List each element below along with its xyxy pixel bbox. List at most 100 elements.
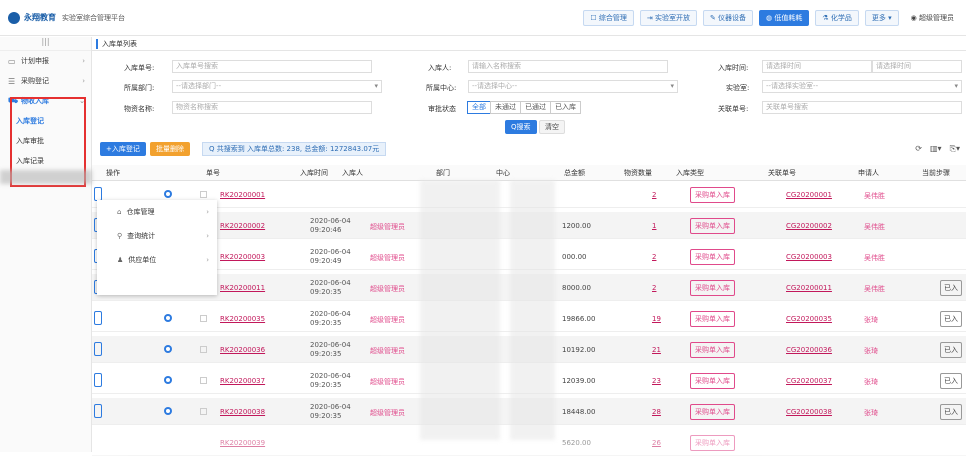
row-type-badge[interactable]: 采购单入库: [690, 342, 735, 358]
row-order-id[interactable]: RK20200002: [220, 222, 265, 230]
top-bar: 永翔教育 实验室综合管理平台 ☐ 综合管理 ⇥ 实验室开放 ✎ 仪器设备 ◍ 低…: [0, 0, 966, 36]
nav-consumables[interactable]: ◍ 低值耗耗: [759, 10, 810, 26]
row-po-link[interactable]: CG20200003: [786, 253, 832, 261]
row-po-link[interactable]: CG20200036: [786, 346, 832, 354]
nav-lab-open[interactable]: ⇥ 实验室开放: [639, 10, 697, 26]
row-order-id[interactable]: RK20200001: [220, 191, 265, 199]
nav-chemicals[interactable]: ⚗ 化学品: [815, 10, 859, 26]
row-po-link[interactable]: CG20200035: [786, 315, 832, 323]
status-rejected[interactable]: 未通过: [490, 101, 521, 114]
row-type-badge[interactable]: 采购单入库: [690, 280, 735, 296]
search-icon: ⚲: [117, 232, 123, 240]
row-checkbox[interactable]: [200, 408, 207, 415]
search-button[interactable]: Q搜索: [505, 120, 537, 134]
related-no-input[interactable]: 关联单号搜索: [762, 101, 962, 114]
status-all[interactable]: 全部: [467, 101, 491, 114]
row-qty[interactable]: 21: [652, 346, 661, 354]
chevron-right-icon: ›: [82, 57, 85, 65]
user-icon: ♟: [117, 256, 124, 264]
row-requester: 吴伟胜: [864, 223, 885, 231]
row-state-badge[interactable]: 已入: [940, 342, 962, 358]
row-qty[interactable]: 23: [652, 377, 661, 385]
tab-inbound-list[interactable]: 入库单列表: [96, 38, 137, 49]
lab-select[interactable]: --请选择实验室--: [762, 80, 962, 93]
order-no-label: 入库单号:: [124, 64, 155, 72]
center-select[interactable]: --请选择中心--: [468, 80, 678, 93]
menu-supplier[interactable]: ♟ 供应单位 ›: [97, 248, 217, 272]
row-po-link[interactable]: CG20200011: [786, 284, 832, 292]
row-po-link[interactable]: CG20200002: [786, 222, 832, 230]
row-type-badge[interactable]: 采购单入库: [690, 218, 735, 234]
row-type-badge[interactable]: 采购单入库: [690, 435, 735, 451]
status-stored[interactable]: 已入库: [550, 101, 581, 114]
row-checkbox[interactable]: [200, 377, 207, 384]
row-type-badge[interactable]: 采购单入库: [690, 311, 735, 327]
row-po-link[interactable]: CG20200038: [786, 408, 832, 416]
row-qty[interactable]: 28: [652, 408, 661, 416]
row-order-id[interactable]: RK20200011: [220, 284, 265, 292]
row-type-badge[interactable]: 采购单入库: [690, 249, 735, 265]
row-order-id[interactable]: RK20200035: [220, 315, 265, 323]
row-state-badge[interactable]: 已入: [940, 404, 962, 420]
order-no-input[interactable]: 入库单号搜索: [172, 60, 372, 73]
row-type-badge[interactable]: 采购单入库: [690, 373, 735, 389]
row-order-id[interactable]: RK20200038: [220, 408, 265, 416]
row-checkbox[interactable]: [200, 346, 207, 353]
row-qty[interactable]: 2: [652, 253, 656, 261]
columns-icon[interactable]: ▥▾: [930, 144, 942, 154]
col-center: 中心: [496, 168, 510, 177]
row-qty[interactable]: 26: [652, 439, 661, 447]
time-end-input[interactable]: 请选择时间: [872, 60, 962, 73]
row-radio-icon[interactable]: [164, 314, 172, 322]
row-radio-icon[interactable]: [164, 345, 172, 353]
row-type-badge[interactable]: 采购单入库: [690, 404, 735, 420]
sidebar-item-plan[interactable]: ▭ 计划申报 ›: [0, 51, 91, 71]
batch-delete-button[interactable]: 批量删除: [150, 142, 190, 156]
menu-query[interactable]: ⚲ 查询统计 ›: [97, 224, 217, 248]
row-po-link[interactable]: CG20200037: [786, 377, 832, 385]
row-checkbox[interactable]: [200, 191, 207, 198]
clear-button[interactable]: 清空: [539, 120, 565, 134]
row-radio-icon[interactable]: [164, 407, 172, 415]
time-start-input[interactable]: 请选择时间: [762, 60, 872, 73]
row-type-badge[interactable]: 采购单入库: [690, 187, 735, 203]
row-amount: 10192.00: [562, 346, 596, 354]
chevron-right-icon: ›: [82, 77, 85, 85]
row-order-id[interactable]: RK20200003: [220, 253, 265, 261]
row-requester: 张琦: [864, 409, 878, 417]
item-name-input[interactable]: 物资名称搜索: [172, 101, 372, 114]
sidebar-toggle[interactable]: |||: [0, 37, 91, 51]
row-action-button[interactable]: [94, 373, 102, 387]
row-qty[interactable]: 2: [652, 284, 656, 292]
row-action-button[interactable]: [94, 342, 102, 356]
add-inbound-button[interactable]: +入库登记: [100, 142, 146, 156]
user-menu[interactable]: ◉ 超级管理员: [905, 10, 960, 26]
row-qty[interactable]: 2: [652, 191, 656, 199]
dept-select[interactable]: --请选择部门--: [172, 80, 382, 93]
row-order-id[interactable]: RK20200039: [220, 439, 265, 447]
export-icon[interactable]: ⎘▾: [950, 144, 960, 154]
row-radio-icon[interactable]: [164, 190, 172, 198]
row-qty[interactable]: 1: [652, 222, 656, 230]
row-state-badge[interactable]: 已入: [940, 373, 962, 389]
row-radio-icon[interactable]: [164, 376, 172, 384]
row-action-button[interactable]: [94, 404, 102, 418]
sidebar-item-purchase[interactable]: ☰ 采购登记 ›: [0, 71, 91, 91]
row-state-badge[interactable]: 已入: [940, 311, 962, 327]
status-approved[interactable]: 已通过: [520, 101, 551, 114]
row-action-button[interactable]: [94, 187, 102, 201]
row-po-link[interactable]: CG20200001: [786, 191, 832, 199]
nav-instrument[interactable]: ✎ 仪器设备: [702, 10, 754, 26]
inbound-person-input[interactable]: 请输入名称搜索: [468, 60, 668, 73]
row-action-button[interactable]: [94, 311, 102, 325]
row-qty[interactable]: 19: [652, 315, 661, 323]
logo[interactable]: 永翔教育 实验室综合管理平台: [8, 11, 125, 24]
nav-more[interactable]: 更多 ▾: [864, 10, 899, 26]
row-state-badge[interactable]: 已入: [940, 280, 962, 296]
refresh-icon[interactable]: ⟳: [915, 144, 922, 154]
nav-general[interactable]: ☐ 综合管理: [583, 10, 634, 26]
row-order-id[interactable]: RK20200037: [220, 377, 265, 385]
menu-warehouse[interactable]: ⌂ 仓库管理 ›: [97, 200, 217, 224]
row-checkbox[interactable]: [200, 315, 207, 322]
row-order-id[interactable]: RK20200036: [220, 346, 265, 354]
